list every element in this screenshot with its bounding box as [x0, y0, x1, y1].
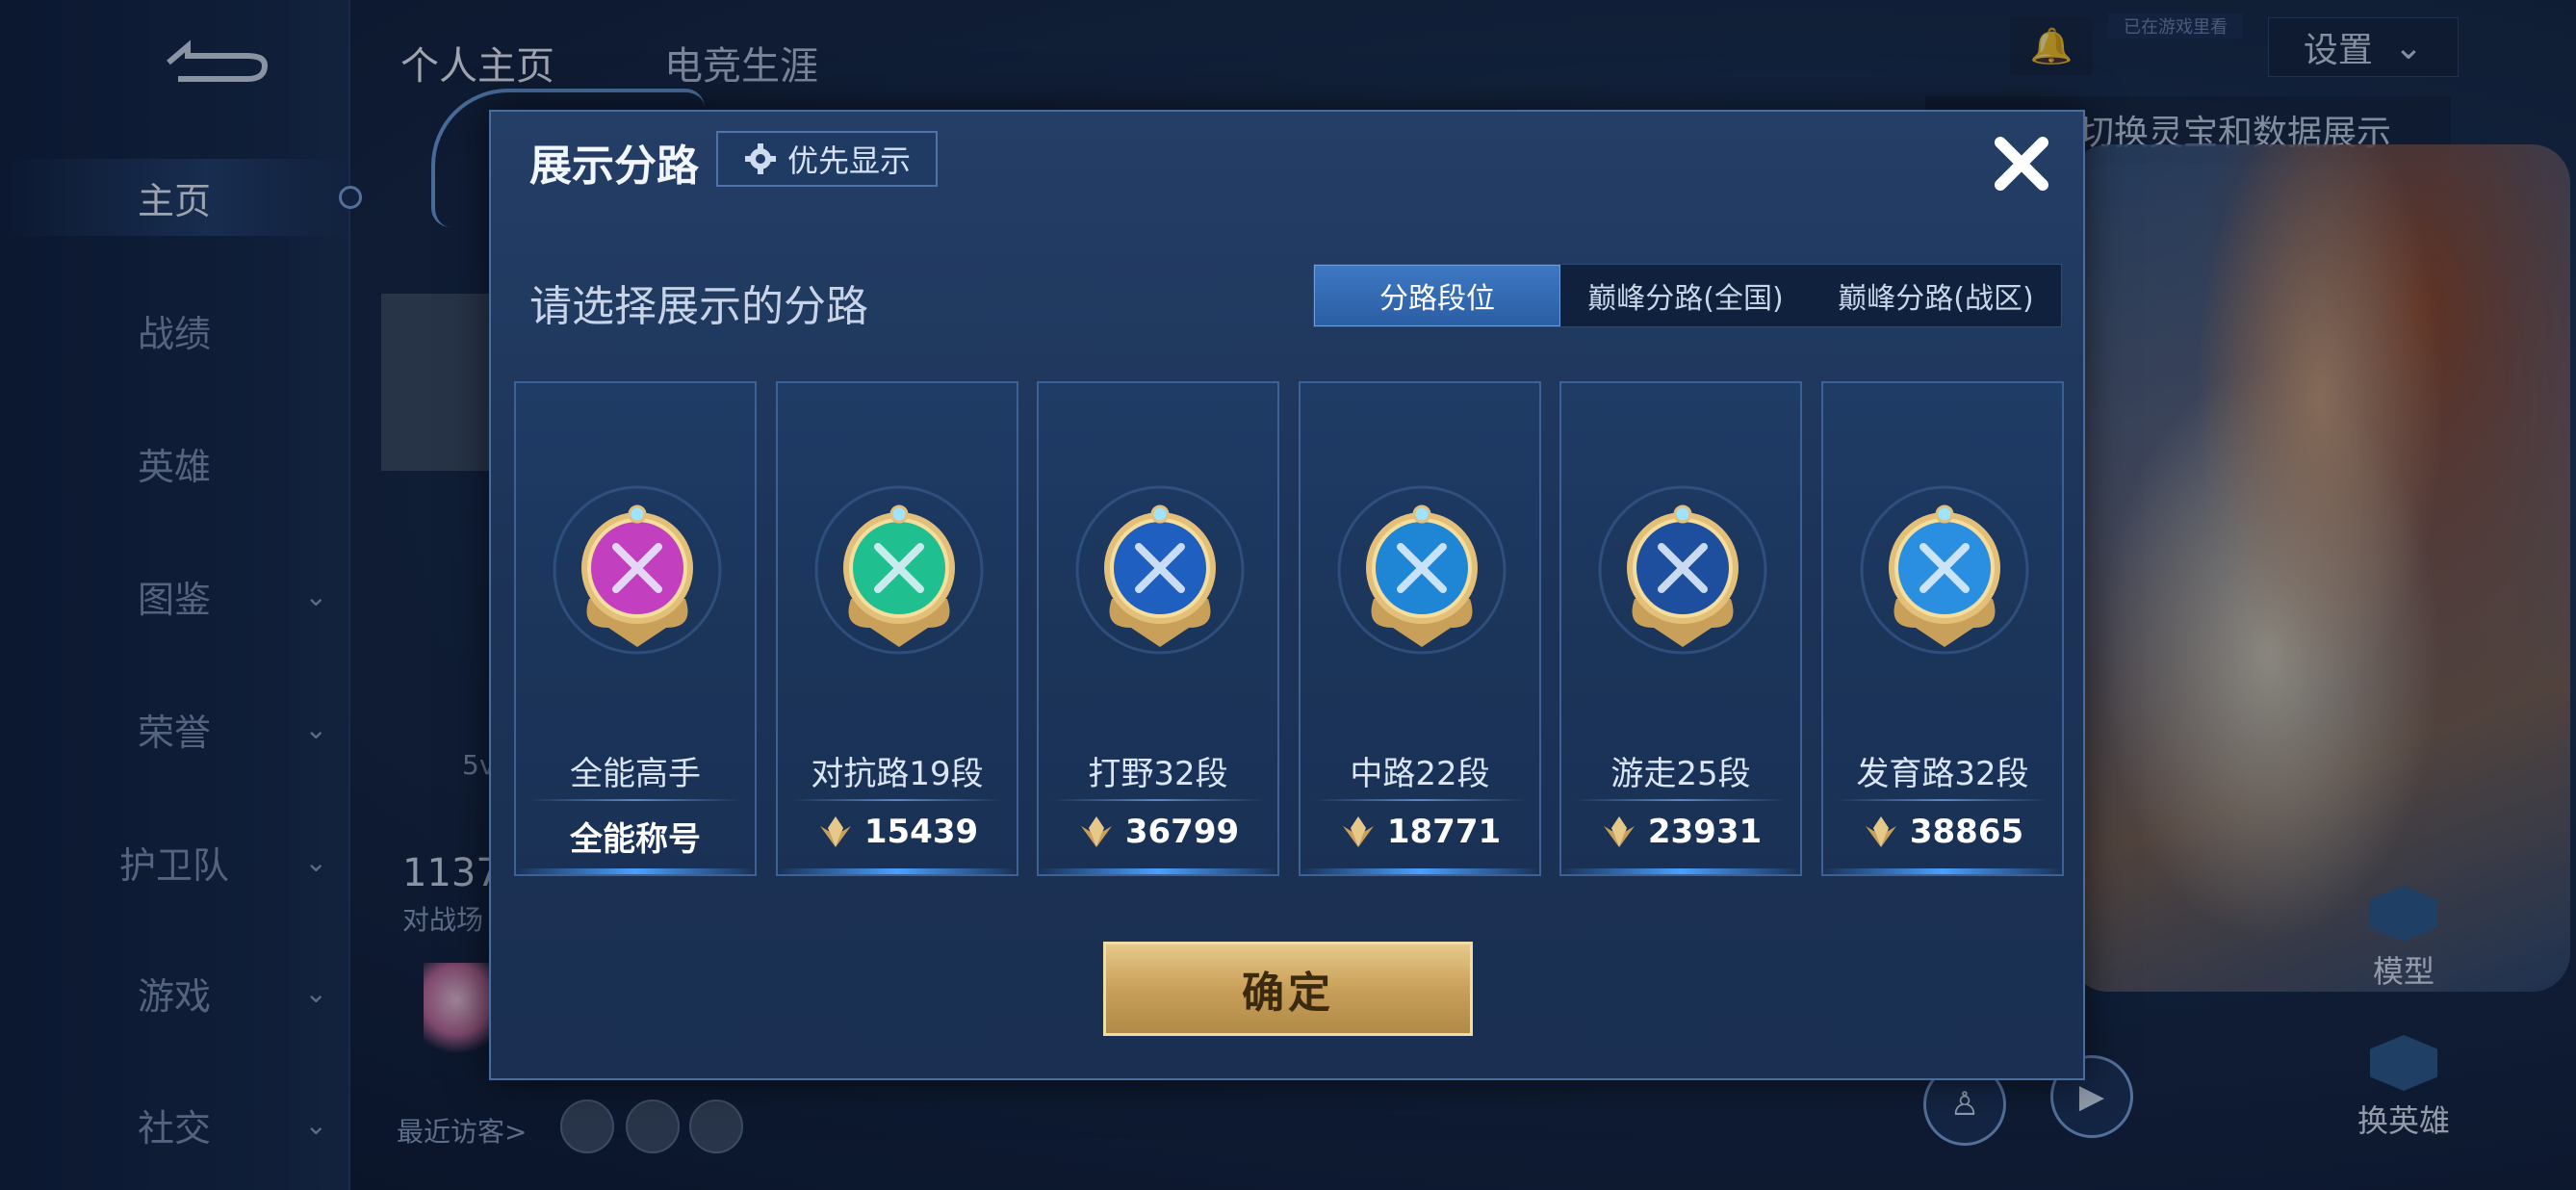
- divider: [529, 799, 741, 801]
- card-glow: [516, 868, 755, 874]
- clash-lane-emblem-icon: [814, 485, 984, 655]
- lane-score: 15439: [778, 813, 1017, 851]
- divider: [1575, 799, 1787, 801]
- lane-score-value: 全能称号: [570, 820, 701, 859]
- lane-score-value: 38865: [1909, 813, 2024, 851]
- lane-card[interactable]: 中路22段 18771: [1299, 381, 1541, 876]
- mid-lane-emblem-icon: [1337, 485, 1507, 655]
- lane-card[interactable]: 打野32段 36799: [1037, 381, 1279, 876]
- lane-score: 全能称号: [516, 813, 755, 860]
- lane-score-value: 15439: [863, 813, 979, 851]
- lane-name: 打野32段: [1088, 755, 1228, 793]
- lane-score: 36799: [1039, 813, 1277, 851]
- lane-name: 全能高手: [570, 755, 701, 793]
- farm-lane-emblem-icon: [1860, 485, 2029, 655]
- tab-lane-rank[interactable]: 分路段位: [1314, 265, 1560, 326]
- gear-icon: [744, 143, 776, 174]
- tab-peak-lane-national[interactable]: 巅峰分路(全国): [1560, 265, 1811, 326]
- lane-score-value: 23931: [1647, 813, 1763, 851]
- lane-score: 38865: [1823, 813, 2062, 851]
- lane-score-value: 36799: [1124, 813, 1240, 851]
- priority-display-label: 优先显示: [786, 142, 911, 179]
- lane-score-value: 18771: [1386, 813, 1502, 851]
- lane-name: 发育路32段: [1856, 755, 2029, 793]
- close-button[interactable]: [1983, 125, 2060, 202]
- card-glow: [1301, 868, 1539, 874]
- lane-score: 18771: [1301, 813, 1539, 851]
- lane-score: 23931: [1561, 813, 1800, 851]
- confirm-button[interactable]: 确定: [1103, 942, 1473, 1036]
- card-glow: [778, 868, 1017, 874]
- divider: [1314, 799, 1526, 801]
- divider: [1837, 799, 2048, 801]
- dialog-title: 展示分路: [529, 142, 699, 191]
- lane-card[interactable]: 全能高手 全能称号: [514, 381, 757, 876]
- lane-card[interactable]: 发育路32段 38865: [1821, 381, 2064, 876]
- lane-card[interactable]: 对抗路19段 15439: [776, 381, 1018, 876]
- rank-points-icon: [1865, 816, 1896, 847]
- rank-points-icon: [1080, 816, 1112, 847]
- select-prompt: 请选择展示的分路: [529, 282, 868, 331]
- display-lane-dialog: 展示分路 优先显示 请选择展示的分路 分路段位 巅峰分路(全国) 巅峰分路(战区…: [489, 110, 2085, 1080]
- tab-peak-lane-region[interactable]: 巅峰分路(战区): [1811, 265, 2061, 326]
- jungle-emblem-icon: [1075, 485, 1245, 655]
- rank-points-icon: [1603, 816, 1635, 847]
- lane-name: 对抗路19段: [811, 755, 984, 793]
- priority-display-button[interactable]: 优先显示: [716, 131, 938, 187]
- lane-name: 游走25段: [1610, 755, 1751, 793]
- card-glow: [1039, 868, 1277, 874]
- rank-points-icon: [819, 816, 851, 847]
- lane-tabs: 分路段位 巅峰分路(全国) 巅峰分路(战区): [1313, 264, 2062, 327]
- lane-card[interactable]: 游走25段 23931: [1559, 381, 1802, 876]
- all-round-emblem-icon: [553, 485, 722, 655]
- rank-points-icon: [1342, 816, 1374, 847]
- divider: [1052, 799, 1264, 801]
- lane-cards: 全能高手 全能称号 对抗路19段 15439 打野32段 36799 中路22段 18771 游…: [514, 381, 2064, 878]
- roam-emblem-icon: [1598, 485, 1767, 655]
- card-glow: [1823, 868, 2062, 874]
- lane-name: 中路22段: [1350, 755, 1490, 793]
- card-glow: [1561, 868, 1800, 874]
- divider: [791, 799, 1003, 801]
- close-icon: [1995, 137, 2048, 191]
